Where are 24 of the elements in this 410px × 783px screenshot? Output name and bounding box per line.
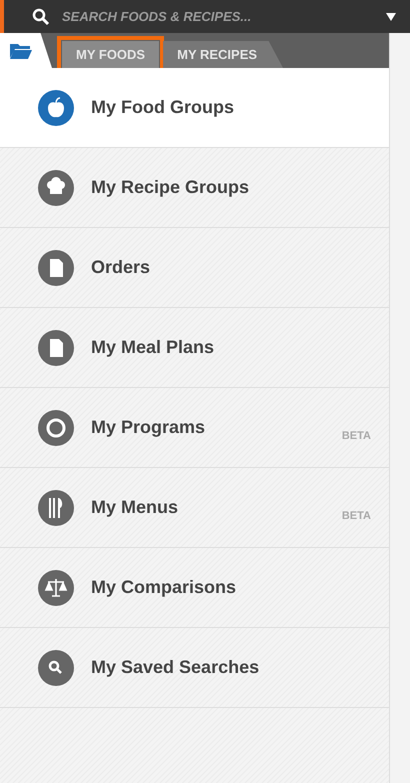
- document-icon: [38, 250, 74, 286]
- search-icon: [32, 8, 50, 26]
- search-field[interactable]: SEARCH FOODS & RECIPES...: [60, 8, 376, 25]
- menu-item[interactable]: My Comparisons: [0, 548, 389, 628]
- fork-knife-icon: [38, 490, 74, 526]
- caret-icon[interactable]: [386, 12, 396, 20]
- beta-label: BETA: [342, 430, 371, 442]
- search-icon: [38, 650, 74, 686]
- folder-icon[interactable]: [10, 42, 32, 58]
- scales-icon: [38, 570, 74, 606]
- apple-icon: [38, 90, 74, 126]
- ring-icon: [38, 410, 74, 446]
- beta-label: BETA: [342, 510, 371, 522]
- menu-item[interactable]: Orders: [0, 228, 389, 308]
- menu-item[interactable]: My Saved Searches: [0, 628, 389, 708]
- menu-item[interactable]: My Recipe Groups: [0, 148, 389, 228]
- menu-item[interactable]: My Programs BETA: [0, 388, 389, 468]
- search-bar[interactable]: SEARCH FOODS & RECIPES...: [0, 0, 410, 33]
- chef-hat-icon: [38, 170, 74, 206]
- menu-item[interactable]: My Meal Plans: [0, 308, 389, 388]
- tab[interactable]: MY RECIPES: [163, 41, 284, 68]
- document-icon: [38, 330, 74, 366]
- menu-item[interactable]: My Menus BETA: [0, 468, 389, 548]
- menu-item[interactable]: My Food Groups: [0, 68, 389, 148]
